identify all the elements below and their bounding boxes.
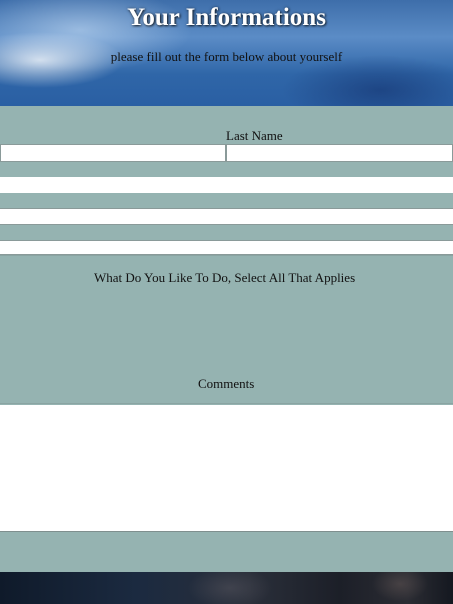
activities-section: What Do You Like To Do, Select All That … — [0, 255, 453, 404]
last-name-label: Last Name — [226, 128, 283, 143]
field-input-3[interactable] — [0, 208, 453, 225]
form-bottom-section — [0, 532, 453, 572]
page-subtitle: please fill out the form below about you… — [110, 49, 343, 64]
activities-label: What Do You Like To Do, Select All That … — [94, 270, 356, 285]
header-banner: Your Informations please fill out the fo… — [0, 0, 453, 106]
last-name-input[interactable] — [226, 144, 453, 162]
field-input-4[interactable] — [0, 240, 453, 255]
form-field-strip — [0, 177, 453, 193]
first-name-input[interactable] — [0, 144, 226, 162]
comments-textarea[interactable] — [0, 405, 453, 532]
page-title: Your Informations — [127, 4, 326, 31]
footer-banner — [0, 572, 453, 604]
comments-label: Comments — [198, 376, 255, 391]
